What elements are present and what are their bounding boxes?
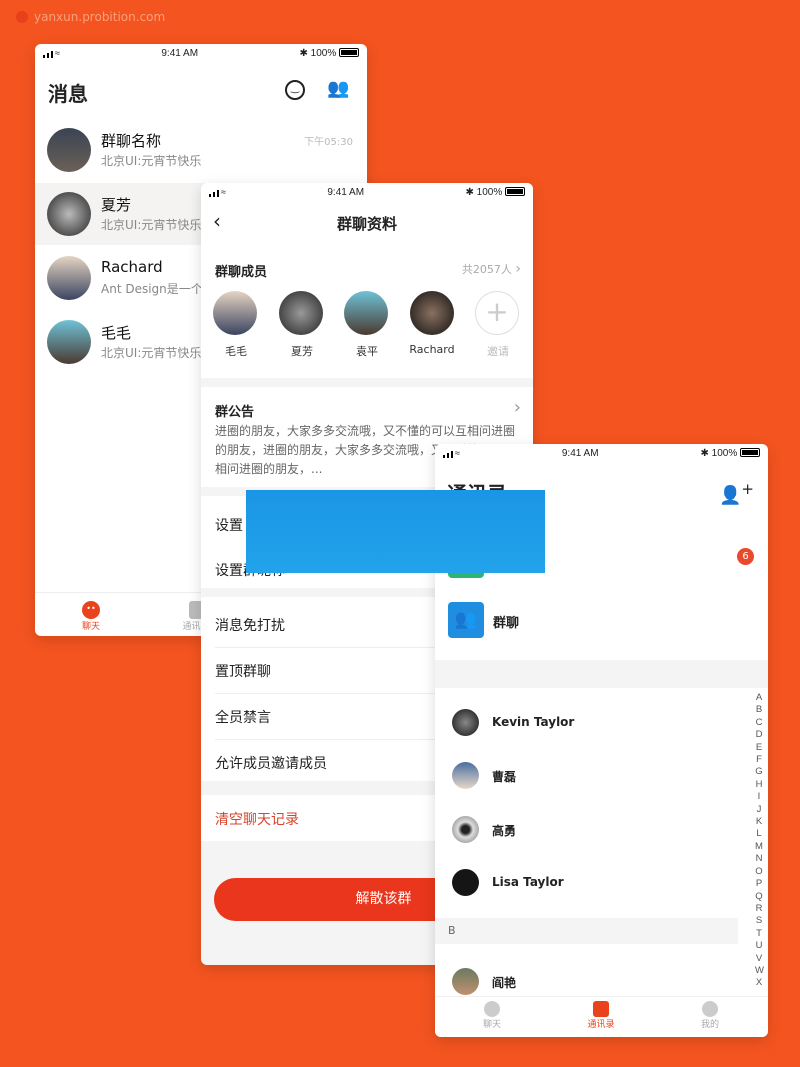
page-title: 群聊资料: [336, 215, 397, 233]
blue-overlay-patch: [246, 490, 545, 573]
smile-icon: [702, 1001, 718, 1017]
battery-icon: [505, 187, 525, 197]
toggle-mute[interactable]: 消息免打扰: [215, 615, 285, 635]
signal-icon: ≈: [209, 187, 226, 197]
add-friend-icon[interactable]: 👤+: [719, 480, 754, 506]
signal-icon: ≈: [443, 448, 460, 458]
chevron-right-icon: ›: [515, 261, 521, 277]
member[interactable]: 毛毛: [213, 291, 259, 359]
chevron-right-icon: ›: [513, 397, 521, 418]
tab-chat[interactable]: •• 聊天: [75, 601, 107, 632]
avatar: [452, 869, 479, 896]
contacts-icon[interactable]: 👥: [327, 78, 349, 99]
toggle-pin[interactable]: 置顶群聊: [215, 661, 271, 681]
avatar: [452, 762, 479, 789]
chat-item[interactable]: 群聊名称 北京UI:元宵节快乐 下午05:30: [35, 120, 367, 182]
section-header-b: B: [435, 918, 738, 944]
toggle-mute-all[interactable]: 全员禁言: [215, 707, 271, 727]
avatar: [410, 291, 454, 335]
toggle-allow-invite[interactable]: 允许成员邀请成员: [215, 753, 327, 773]
member[interactable]: 袁平: [344, 291, 390, 359]
group-chat-icon: 👥: [448, 602, 484, 638]
alphabet-index[interactable]: A B C D E F G H I J K L M N O P Q R S T …: [755, 692, 764, 990]
status-bar: ≈ 9:41 AM ✱ 100%: [35, 44, 367, 62]
tab-contacts[interactable]: 通讯录: [583, 1001, 619, 1030]
watermark: yanxun.probition.com: [16, 10, 165, 24]
avatar: [213, 291, 257, 335]
clear-history-button[interactable]: 清空聊天记录: [215, 809, 299, 829]
avatar: [452, 816, 479, 843]
signal-icon: ≈: [43, 48, 60, 58]
avatar: [279, 291, 323, 335]
logo-icon: [16, 11, 28, 23]
bluetooth-icon: ✱: [299, 47, 308, 59]
contact-item[interactable]: 曹磊: [435, 759, 738, 795]
bluetooth-icon: ✱: [700, 447, 709, 459]
avatar: [452, 968, 479, 995]
plus-icon: +: [475, 291, 519, 335]
invite-button[interactable]: + 邀请: [475, 291, 521, 359]
avatar: [344, 291, 388, 335]
member[interactable]: 夏芳: [279, 291, 325, 359]
smile-icon[interactable]: ‿: [285, 80, 305, 100]
member-count: 共2057人: [461, 263, 512, 276]
contacts-tab-icon: [593, 1001, 609, 1017]
bluetooth-icon: ✱: [465, 186, 474, 198]
chat-bubble-icon: ••: [82, 601, 100, 619]
member[interactable]: Rachard: [404, 291, 460, 356]
status-bar: ≈ 9:41 AM ✱ 100%: [201, 183, 533, 201]
tab-me[interactable]: 我的: [695, 1001, 725, 1030]
avatar: [452, 709, 479, 736]
battery-icon: [740, 448, 760, 458]
avatar: [47, 256, 91, 300]
avatar: [47, 128, 91, 172]
page-title: 消息: [48, 82, 88, 106]
unread-badge: 6: [737, 548, 754, 565]
group-chat-row[interactable]: 👥 群聊: [435, 600, 768, 642]
tab-bar: 聊天 通讯录 我的: [435, 996, 768, 1037]
chat-bubble-icon: [484, 1001, 500, 1017]
status-bar: ≈ 9:41 AM ✱ 100%: [435, 444, 768, 462]
members-header[interactable]: 群聊成员 共2057人 ›: [215, 261, 521, 281]
contact-item[interactable]: Lisa Taylor: [435, 866, 738, 902]
avatar: [47, 320, 91, 364]
contact-item[interactable]: 高勇: [435, 813, 738, 849]
contact-item[interactable]: Kevin Taylor: [435, 706, 738, 742]
setting-group-name[interactable]: 设置: [215, 515, 243, 535]
avatar: [47, 192, 91, 236]
tab-chat[interactable]: 聊天: [477, 1001, 507, 1030]
battery-icon: [339, 48, 359, 58]
